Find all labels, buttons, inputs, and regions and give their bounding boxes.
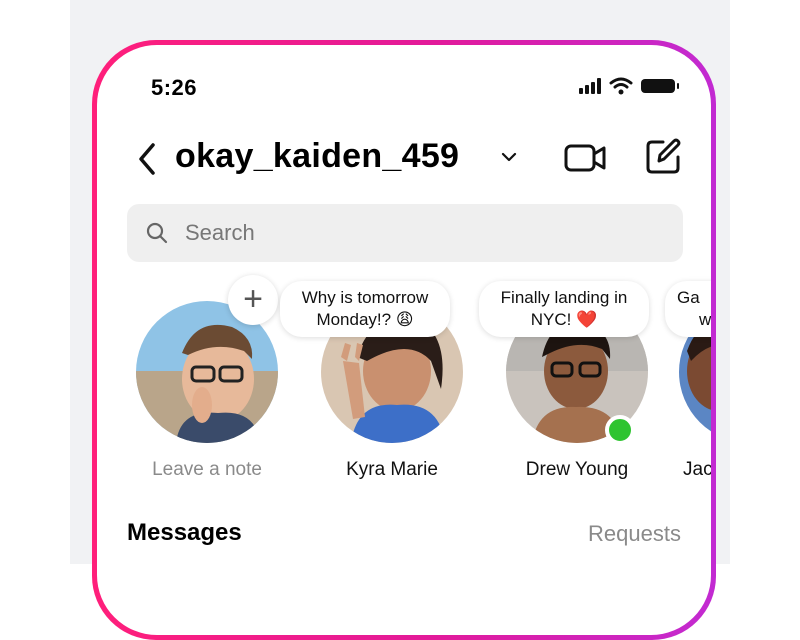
header: okay_kaiden_459 <box>133 135 681 183</box>
video-call-icon[interactable] <box>563 139 607 177</box>
signal-icon <box>579 78 601 94</box>
note-text-line2: w <box>699 310 711 329</box>
phone-frame: 5:26 okay_kaiden_459 Search + Leave a no… <box>92 40 716 640</box>
search-bar[interactable] <box>127 204 683 262</box>
search-input[interactable] <box>183 219 647 247</box>
account-name[interactable]: okay_kaiden_459 <box>175 137 459 176</box>
add-note-button[interactable]: + <box>228 275 278 325</box>
note-name: Kyra Marie <box>346 459 438 480</box>
note-text-line2: NYC! ❤️ <box>530 310 598 329</box>
note-name: Jac <box>683 459 711 480</box>
phone-screen: 5:26 okay_kaiden_459 Search + Leave a no… <box>97 45 711 635</box>
status-time: 5:26 <box>151 75 198 100</box>
note-text-line1: Ga <box>677 288 700 307</box>
battery-icon <box>641 79 679 93</box>
wifi-icon <box>609 77 633 95</box>
note-bubble[interactable]: Why is tomorrow Monday!? 😩 <box>280 281 450 337</box>
note-name: Drew Young <box>525 459 629 480</box>
compose-icon[interactable] <box>643 137 683 177</box>
note-text-line1: Finally landing in <box>500 288 628 307</box>
note-name: Leave a note <box>152 459 262 480</box>
chevron-down-icon[interactable] <box>499 147 519 167</box>
note-bubble[interactable]: Finally landing in NYC! ❤️ <box>479 281 649 337</box>
search-icon <box>146 222 168 244</box>
note-text-line1: Why is tomorrow <box>301 288 429 307</box>
online-status-indicator <box>605 415 635 445</box>
note-bubble[interactable]: Ga w <box>665 281 711 337</box>
messages-section-title: Messages <box>127 519 242 546</box>
requests-link[interactable]: Requests <box>588 521 681 547</box>
status-icons <box>579 77 679 95</box>
note-text-line2: Monday!? 😩 <box>316 310 414 329</box>
back-arrow-icon[interactable] <box>133 139 163 179</box>
